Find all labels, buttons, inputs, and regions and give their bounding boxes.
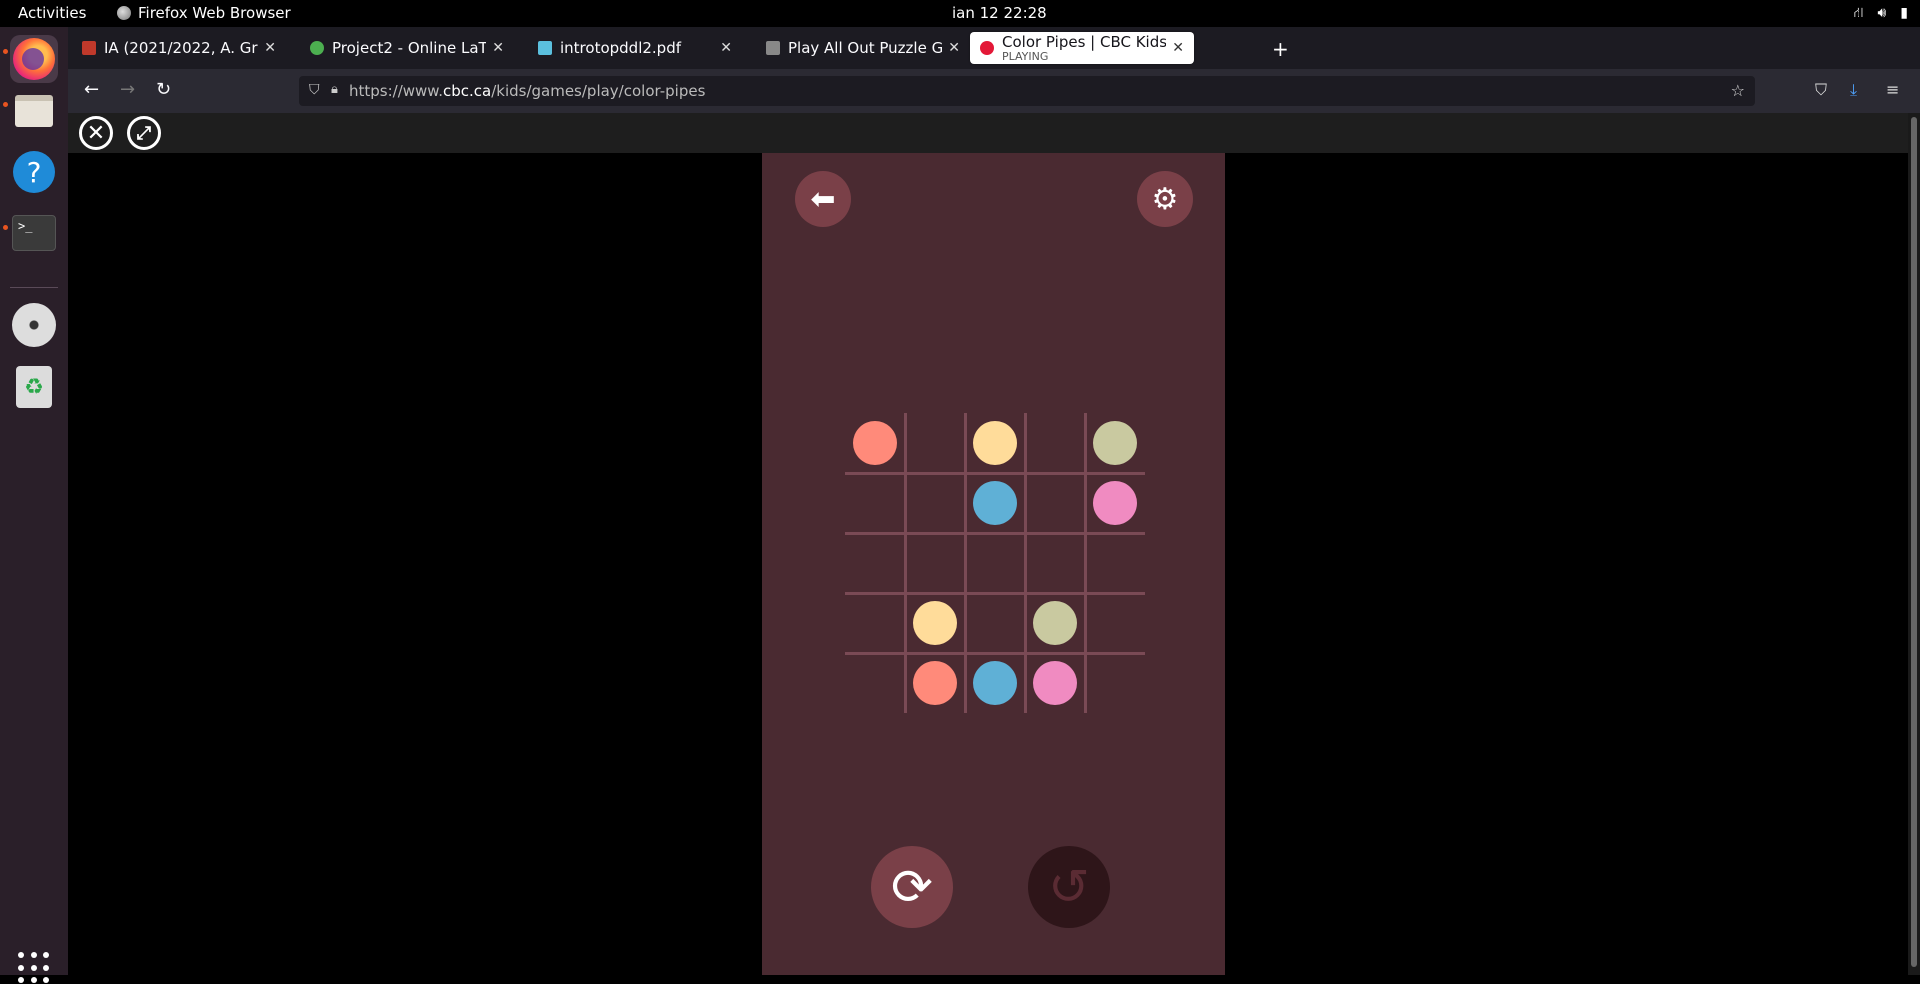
forward-button[interactable]: → <box>120 79 135 100</box>
tab-title: introtopddl2.pdf <box>560 39 681 57</box>
disc-icon <box>12 303 56 347</box>
dot-red[interactable] <box>853 421 897 465</box>
grid-line-vertical <box>1024 413 1027 713</box>
dot-blue[interactable] <box>973 481 1017 525</box>
back-button[interactable]: ← <box>84 79 99 100</box>
firefox-icon <box>13 38 55 80</box>
grid-line-horizontal <box>845 472 1145 475</box>
grid-line-horizontal <box>845 592 1145 595</box>
close-tab-icon[interactable]: ✕ <box>1172 40 1184 56</box>
help-icon: ? <box>13 151 55 193</box>
app-menu[interactable]: Firefox Web Browser <box>117 4 291 22</box>
dot-pink[interactable] <box>1093 481 1137 525</box>
tracking-shield-icon[interactable]: ⛉ <box>309 82 320 98</box>
dot-pink[interactable] <box>1033 661 1077 705</box>
tab-overleaf[interactable]: Project2 - Online LaTeX ✕ <box>300 32 514 64</box>
volume-icon[interactable]: 🔊︎ <box>1877 5 1886 23</box>
battery-icon[interactable]: ▮ <box>1900 5 1908 23</box>
tab-title: Color Pipes | CBC Kids <box>1002 34 1167 51</box>
game-toolbar: ✕ ⤢ <box>68 113 1908 153</box>
clock[interactable]: ian 12 22:28 <box>952 4 1047 22</box>
tab-pdf[interactable]: introtopddl2.pdf ✕ <box>528 32 742 64</box>
url-text: https://www.cbc.ca/kids/games/play/color… <box>349 82 706 100</box>
running-indicator <box>3 225 8 230</box>
puzzle-grid[interactable] <box>845 413 1145 713</box>
grid-line-vertical <box>964 413 967 713</box>
trash-icon: ♻ <box>16 366 52 408</box>
dot-yellow[interactable] <box>913 601 957 645</box>
undo-icon: ↺ <box>1048 858 1090 916</box>
tab-favicon-icon <box>82 41 96 55</box>
navigation-bar: ← → ↻ ⛉ 🔒︎ https://www.cbc.ca/kids/games… <box>68 69 1920 113</box>
dot-green[interactable] <box>1093 421 1137 465</box>
terminal-icon: >_ <box>12 215 56 251</box>
running-indicator <box>3 102 8 107</box>
close-tab-icon[interactable]: ✕ <box>492 40 504 56</box>
tab-title: Play All Out Puzzle Gar <box>788 39 943 57</box>
firefox-mini-icon <box>117 6 131 20</box>
tab-title: Project2 - Online LaTeX <box>332 39 486 57</box>
dock-trash[interactable]: ♻ <box>10 363 58 411</box>
dot-yellow[interactable] <box>973 421 1017 465</box>
app-name: Firefox Web Browser <box>138 4 291 22</box>
dot-red[interactable] <box>913 661 957 705</box>
tab-title-block: Color Pipes | CBC Kids PLAYING <box>1002 34 1166 62</box>
dock: ? >_ ♻ <box>0 27 68 984</box>
bookmark-star-icon[interactable]: ☆ <box>1731 81 1745 100</box>
activities-button[interactable]: Activities <box>18 4 86 22</box>
network-icon[interactable]: ⛙ <box>1854 5 1864 23</box>
grid-line-horizontal <box>845 652 1145 655</box>
dock-terminal[interactable]: >_ <box>10 209 58 257</box>
running-indicator <box>3 49 8 54</box>
system-top-bar: Activities Firefox Web Browser ian 12 22… <box>0 0 1920 27</box>
dot-green[interactable] <box>1033 601 1077 645</box>
grid-line-horizontal <box>845 532 1145 535</box>
grid-line-vertical <box>904 413 907 713</box>
tab-favicon-icon <box>310 41 324 55</box>
close-game-button[interactable]: ✕ <box>79 116 113 150</box>
fullscreen-button[interactable]: ⤢ <box>127 116 161 150</box>
cbc-favicon-icon <box>980 41 994 55</box>
menu-icon[interactable]: ≡ <box>1886 80 1899 99</box>
game-canvas[interactable]: ⬅ ⚙ ⟳ ↺ <box>762 153 1225 975</box>
refresh-icon: ⟳ <box>891 858 933 916</box>
tab-color-pipes[interactable]: Color Pipes | CBC Kids PLAYING ✕ <box>970 32 1194 64</box>
gear-icon: ⚙ <box>1151 181 1179 217</box>
tab-title: IA (2021/2022, A. Groz <box>104 39 259 57</box>
lock-icon[interactable]: 🔒︎ <box>331 82 338 97</box>
tab-ia[interactable]: IA (2021/2022, A. Groz ✕ <box>72 32 286 64</box>
dock-disc[interactable] <box>10 301 58 349</box>
restart-button[interactable]: ⟳ <box>871 846 953 928</box>
scrollbar[interactable] <box>1908 113 1920 975</box>
dock-help[interactable]: ? <box>10 148 58 196</box>
url-bar[interactable]: ⛉ 🔒︎ https://www.cbc.ca/kids/games/play/… <box>299 76 1755 106</box>
tab-favicon-icon <box>766 41 780 55</box>
back-arrow-icon: ⬅ <box>810 181 836 217</box>
grid-line-vertical <box>1084 413 1087 713</box>
reload-button[interactable]: ↻ <box>156 79 171 100</box>
dock-files[interactable] <box>10 87 58 135</box>
undo-button[interactable]: ↺ <box>1028 846 1110 928</box>
back-arrow-button[interactable]: ⬅ <box>795 171 851 227</box>
page-content: ✕ ⤢ ⬅ ⚙ ⟳ ↺ <box>68 113 1920 975</box>
close-tab-icon[interactable]: ✕ <box>720 40 732 56</box>
tab-favicon-icon <box>538 41 552 55</box>
new-tab-button[interactable]: + <box>1272 37 1289 61</box>
dock-firefox[interactable] <box>10 35 58 83</box>
dock-separator <box>10 287 58 288</box>
dot-blue[interactable] <box>973 661 1017 705</box>
tab-playing-label: PLAYING <box>1002 50 1049 62</box>
pocket-icon[interactable]: ⛉ <box>1815 80 1827 100</box>
close-tab-icon[interactable]: ✕ <box>264 40 276 56</box>
downloads-icon[interactable]: ⤓ <box>1850 80 1857 100</box>
settings-button[interactable]: ⚙ <box>1137 171 1193 227</box>
show-apps-icon[interactable] <box>18 952 50 984</box>
close-tab-icon[interactable]: ✕ <box>948 40 960 56</box>
files-icon <box>15 95 53 127</box>
system-tray[interactable]: ⛙ 🔊︎ ▮ <box>1854 5 1908 23</box>
tab-puzzle[interactable]: Play All Out Puzzle Gar ✕ <box>756 32 970 64</box>
tab-bar: IA (2021/2022, A. Groz ✕ Project2 - Onli… <box>68 27 1920 69</box>
